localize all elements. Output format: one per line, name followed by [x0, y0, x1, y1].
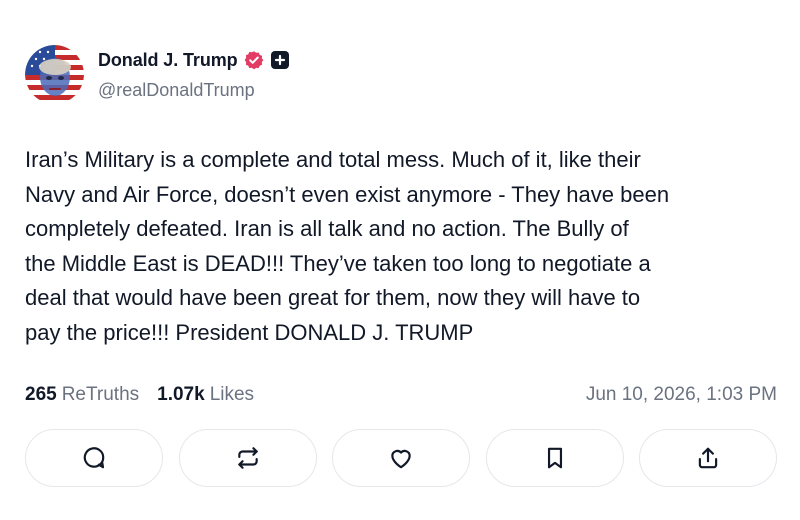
- retruths-count[interactable]: 265: [25, 384, 57, 406]
- post-header: Donald J. Trump @realDonaldTrump: [25, 45, 289, 104]
- share-button[interactable]: [639, 429, 777, 487]
- name-row: Donald J. Trump: [98, 48, 289, 72]
- avatar[interactable]: [25, 45, 84, 104]
- likes-count[interactable]: 1.07k: [157, 384, 205, 406]
- user-handle[interactable]: @realDonaldTrump: [98, 80, 289, 101]
- share-icon: [698, 447, 718, 469]
- bookmark-button[interactable]: [485, 429, 624, 487]
- retruth-icon: [237, 447, 258, 469]
- likes-label[interactable]: Likes: [210, 384, 254, 406]
- post-actions: [25, 429, 777, 489]
- reply-button[interactable]: [25, 429, 163, 487]
- reply-icon: [83, 447, 105, 469]
- post-stats: 265 ReTruths 1.07k Likes Jun 10, 2026, 1…: [25, 380, 777, 410]
- post-timestamp[interactable]: Jun 10, 2026, 1:03 PM: [586, 384, 777, 406]
- like-button[interactable]: [332, 429, 470, 487]
- author-info: Donald J. Trump @realDonaldTrump: [98, 48, 289, 101]
- retruth-button[interactable]: [178, 429, 317, 487]
- like-icon: [391, 449, 411, 469]
- plus-badge-icon: [270, 51, 289, 69]
- verified-badge-icon: [244, 50, 264, 70]
- truth-post: Donald J. Trump @realDonaldTrump Iran’s …: [0, 0, 800, 520]
- avatar-image: [25, 45, 84, 104]
- retruths-label[interactable]: ReTruths: [62, 384, 139, 406]
- bookmark-icon: [547, 447, 562, 469]
- post-text: Iran’s Military is a complete and total …: [25, 147, 670, 345]
- display-name[interactable]: Donald J. Trump: [98, 50, 238, 71]
